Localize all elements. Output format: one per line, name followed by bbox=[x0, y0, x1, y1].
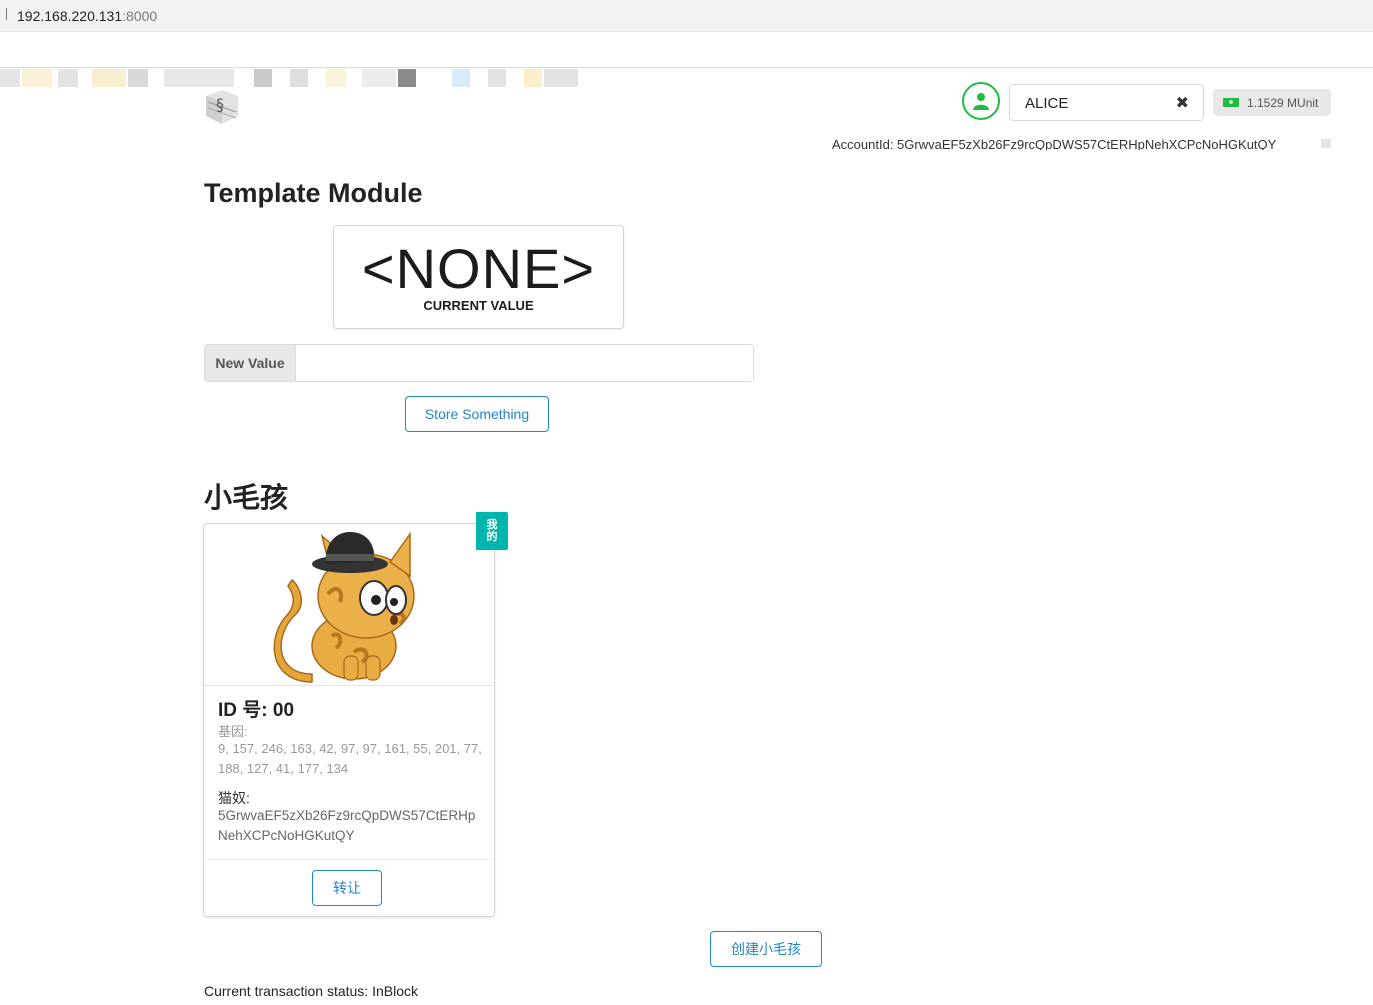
kitty-image bbox=[204, 524, 494, 686]
kitty-owner: 5GrwvaEF5zXb26Fz9rcQpDWS57CtERHpNehXCPcN… bbox=[218, 808, 476, 843]
money-icon bbox=[1223, 98, 1239, 107]
new-value-label: New Value bbox=[205, 345, 296, 381]
new-value-field: New Value bbox=[204, 344, 754, 382]
clear-icon[interactable]: ✖ bbox=[1176, 93, 1189, 113]
balance-badge: 1.1529 MUnit bbox=[1213, 89, 1331, 116]
current-value: <NONE> bbox=[361, 237, 596, 300]
balance-amount: 1.1529 MUnit bbox=[1247, 95, 1319, 110]
transaction-status: Current transaction status: InBlock bbox=[204, 983, 418, 999]
current-value-statistic: <NONE> CURRENT VALUE bbox=[333, 225, 624, 329]
card-divider bbox=[204, 859, 494, 860]
url-text[interactable]: 192.168.220.131:8000 bbox=[17, 8, 157, 24]
current-value-label: CURRENT VALUE bbox=[423, 298, 534, 313]
svg-text:§: § bbox=[216, 95, 224, 114]
kitty-dna-label: 基因: bbox=[218, 724, 248, 739]
transfer-button[interactable]: 转让 bbox=[312, 870, 382, 906]
text-cursor bbox=[6, 8, 7, 20]
copy-icon[interactable] bbox=[1321, 139, 1331, 148]
kitty-id: ID 号: 00 bbox=[218, 700, 295, 721]
kitties-title: 小毛孩 bbox=[204, 482, 289, 513]
user-icon bbox=[962, 82, 1000, 120]
store-something-button[interactable]: Store Something bbox=[405, 396, 549, 432]
account-selector[interactable]: ALICE ✖ bbox=[1009, 84, 1204, 121]
template-module-title: Template Module bbox=[204, 178, 423, 208]
my-kitty-ribbon: 我的 bbox=[476, 512, 508, 550]
substrate-logo-icon: § bbox=[202, 90, 240, 124]
kitty-owner-label: 猫奴: bbox=[218, 790, 250, 806]
create-kitty-button[interactable]: 创建小毛孩 bbox=[710, 931, 822, 967]
browser-address-bar[interactable]: 192.168.220.131:8000 bbox=[0, 0, 1373, 32]
account-name: ALICE bbox=[1025, 95, 1069, 112]
bookmarks-bar bbox=[0, 32, 1373, 87]
kitty-card: ID 号: 00 基因: 9, 157, 246, 163, 42, 97, 9… bbox=[203, 523, 495, 917]
account-id: AccountId: 5GrwvaEF5zXb26Fz9rcQpDWS57CtE… bbox=[832, 138, 1277, 150]
new-value-input[interactable] bbox=[296, 345, 753, 381]
kitty-dna: 9, 157, 246, 163, 42, 97, 97, 161, 55, 2… bbox=[218, 741, 482, 776]
